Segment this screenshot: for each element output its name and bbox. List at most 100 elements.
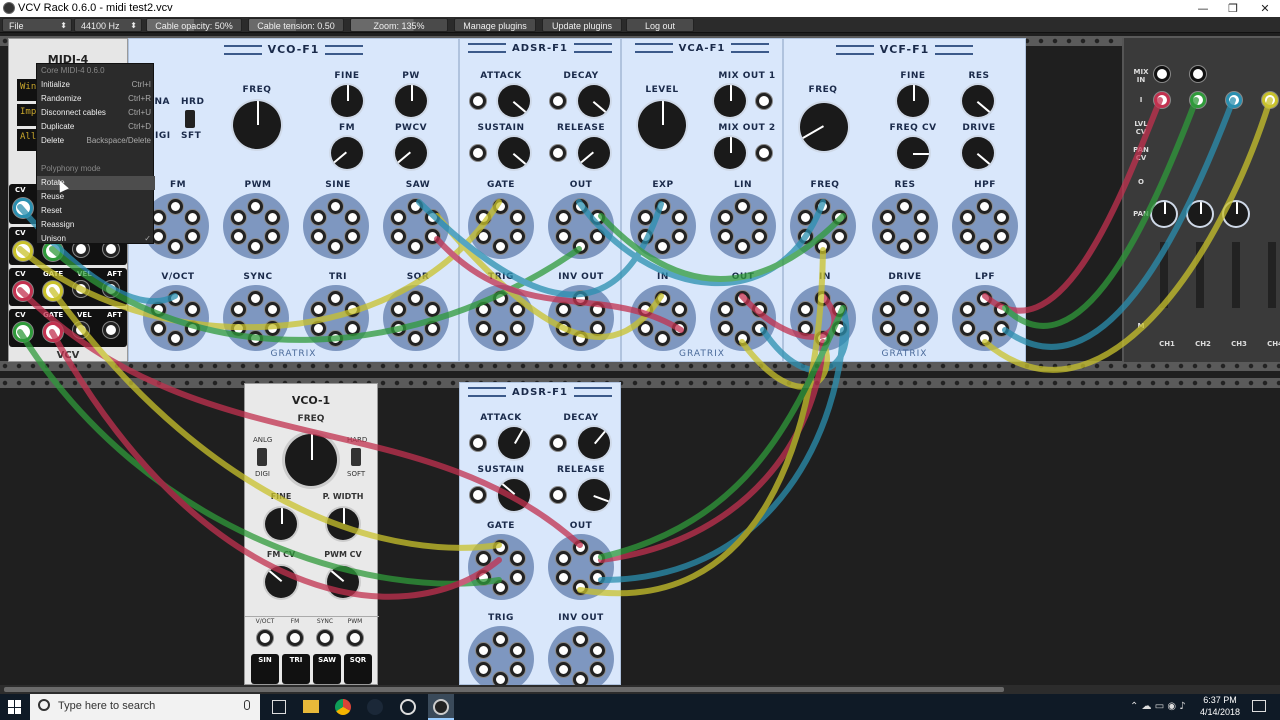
cluster-jack[interactable] [752,321,767,336]
mix-in-jack[interactable] [1154,66,1170,82]
task-view-icon[interactable] [272,700,286,714]
cluster-jack[interactable] [977,291,992,306]
cluster-jack[interactable] [798,321,813,336]
cluster-jack[interactable] [718,229,733,244]
release-knob[interactable] [578,479,610,511]
cluster-jack[interactable] [265,302,280,317]
decay-cv-jack[interactable] [550,435,566,451]
release-cv-jack[interactable] [550,145,566,161]
cluster-jack[interactable] [638,321,653,336]
cluster-jack[interactable] [815,199,830,214]
cluster-jack[interactable] [832,229,847,244]
cluster-jack[interactable] [510,302,525,317]
cluster-jack[interactable] [573,580,588,595]
res-knob[interactable] [962,85,994,117]
menu-item-initialize[interactable]: Initialize Ctrl+I [37,78,155,92]
cv-output-jack-3[interactable] [13,281,33,301]
freq-cv-knob[interactable] [897,137,929,169]
cluster-jack[interactable] [476,210,491,225]
cluster-jack[interactable] [977,199,992,214]
cluster-jack[interactable] [231,321,246,336]
windows-start-icon[interactable] [8,700,22,714]
cluster-jack[interactable] [655,291,670,306]
fm-knob[interactable] [331,137,363,169]
cluster-jack[interactable] [897,331,912,346]
cluster-jack[interactable] [425,321,440,336]
fm-cv-knob[interactable] [265,566,297,598]
restore-button[interactable]: ❐ [1218,0,1248,17]
cluster-jack[interactable] [590,210,605,225]
cluster-jack[interactable] [476,570,491,585]
mix-out-2-knob[interactable] [714,137,746,169]
cluster-jack[interactable] [556,662,571,677]
cluster-jack[interactable] [185,321,200,336]
gate-jack-cluster[interactable] [468,193,534,259]
cluster-jack[interactable] [977,331,992,346]
fine-knob[interactable] [331,85,363,117]
decay-knob[interactable] [578,427,610,459]
menu-item-reset[interactable]: Reset [37,204,155,218]
voct-jack-cluster[interactable] [143,285,209,351]
cluster-jack[interactable] [960,210,975,225]
cluster-jack[interactable] [345,229,360,244]
cluster-jack[interactable] [718,321,733,336]
sustain-cv-jack[interactable] [470,487,486,503]
fine-knob[interactable] [897,85,929,117]
cable-opacity-slider[interactable]: Cable opacity: 50% [146,18,242,32]
trig-jack-cluster[interactable] [468,626,534,692]
menu-item-unison[interactable]: Unison ✓ [37,232,155,246]
cluster-jack[interactable] [815,291,830,306]
cluster-jack[interactable] [493,331,508,346]
cluster-jack[interactable] [391,302,406,317]
fine-knob[interactable] [265,508,297,540]
sample-rate-select[interactable]: 44100 Hz ⬍ [74,18,142,32]
cable-tension-slider[interactable]: Cable tension: 0.50 [248,18,344,32]
cluster-jack[interactable] [391,210,406,225]
cluster-jack[interactable] [590,229,605,244]
cluster-jack[interactable] [556,643,571,658]
cluster-jack[interactable] [573,291,588,306]
cluster-jack[interactable] [345,210,360,225]
cluster-jack[interactable] [328,239,343,254]
pwm-jack-cluster[interactable] [223,193,289,259]
trig-jack-cluster[interactable] [468,285,534,351]
cluster-jack[interactable] [914,210,929,225]
cluster-jack[interactable] [168,331,183,346]
cluster-jack[interactable] [994,321,1009,336]
cluster-jack[interactable] [231,229,246,244]
in-jack-cluster[interactable] [630,285,696,351]
cluster-jack[interactable] [798,229,813,244]
cluster-jack[interactable] [248,239,263,254]
vel-output-jack-4[interactable] [73,322,89,338]
cluster-jack[interactable] [897,291,912,306]
lpf-jack-cluster[interactable] [952,285,1018,351]
vco1-module[interactable]: VCO-1 FREQ ANLG DIGI HARD SOFT FINE P. W… [244,383,379,685]
cluster-jack[interactable] [510,229,525,244]
cluster-jack[interactable] [556,570,571,585]
cluster-jack[interactable] [590,570,605,585]
cluster-jack[interactable] [815,239,830,254]
cluster-jack[interactable] [510,210,525,225]
release-knob[interactable] [578,137,610,169]
cluster-jack[interactable] [311,210,326,225]
sync-switch[interactable] [185,110,195,128]
cluster-jack[interactable] [672,210,687,225]
cluster-jack[interactable] [185,210,200,225]
zoom-slider[interactable]: Zoom: 135% [350,18,448,32]
notifications-icon[interactable] [1252,700,1266,712]
cluster-jack[interactable] [510,551,525,566]
release-cv-jack[interactable] [550,487,566,503]
cv-output-jack-2[interactable] [13,241,33,261]
cluster-jack[interactable] [510,662,525,677]
res-jack-cluster[interactable] [872,193,938,259]
cluster-jack[interactable] [476,551,491,566]
attack-knob[interactable] [498,85,530,117]
cluster-jack[interactable] [752,302,767,317]
cluster-jack[interactable] [590,302,605,317]
cluster-jack[interactable] [798,302,813,317]
cluster-jack[interactable] [476,662,491,677]
ch1-input-jack[interactable] [1154,92,1170,108]
cluster-jack[interactable] [672,229,687,244]
pan-knob-ch1[interactable] [1152,202,1176,226]
out-jack-cluster[interactable] [710,285,776,351]
